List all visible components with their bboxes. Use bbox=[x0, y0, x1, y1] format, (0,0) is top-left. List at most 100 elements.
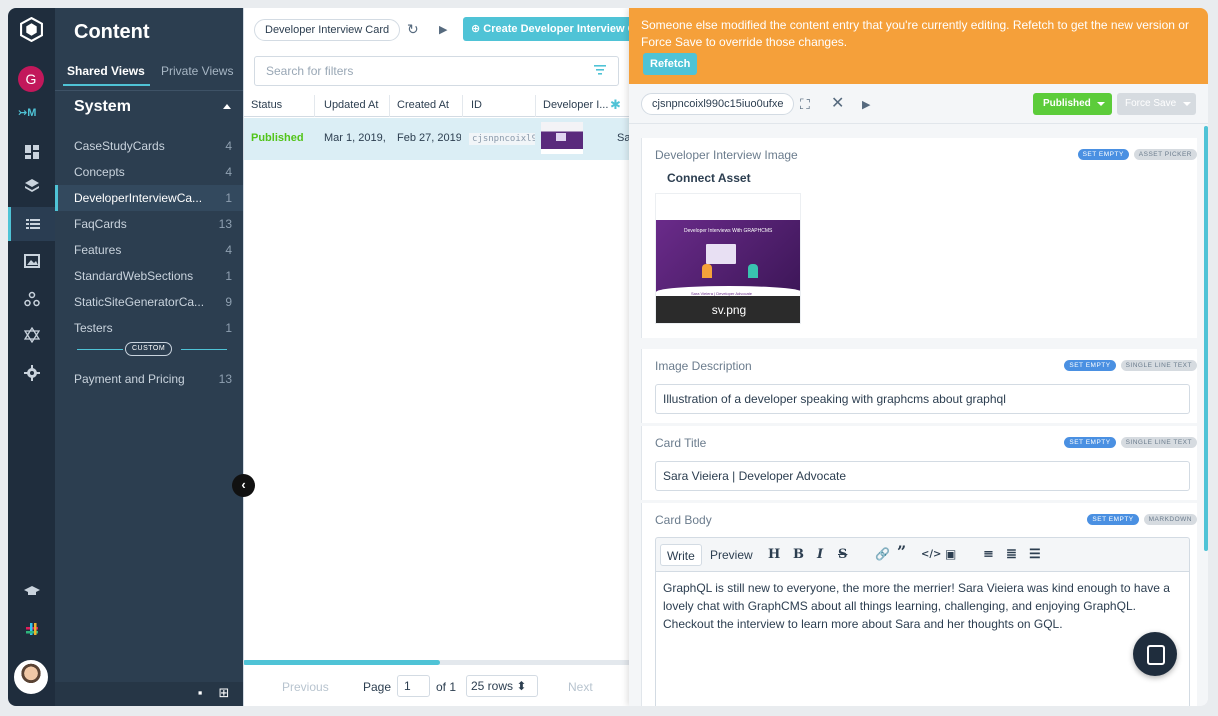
app-window: G ↣M Content Shared Views Private Views … bbox=[8, 8, 1208, 706]
column-header[interactable]: Updated At bbox=[324, 99, 378, 111]
image-icon[interactable]: ▣ bbox=[945, 547, 956, 561]
vertical-scrollbar[interactable] bbox=[1204, 126, 1208, 551]
workspace-avatar[interactable]: G bbox=[18, 66, 44, 92]
create-entry-label: Create Developer Interview Card bbox=[483, 23, 638, 35]
sidebar-item-features[interactable]: Features 4 bbox=[55, 237, 243, 263]
strikethrough-icon[interactable]: S bbox=[838, 547, 847, 562]
graphcms-logo-icon[interactable] bbox=[19, 17, 44, 42]
italic-icon[interactable]: I bbox=[817, 547, 823, 562]
image-description-input[interactable]: Illustration of a developer speaking wit… bbox=[655, 384, 1190, 414]
add-folder-icon[interactable]: ▪ bbox=[193, 686, 207, 700]
sidebar-item-count: 4 bbox=[225, 139, 232, 153]
tab-private-views[interactable]: Private Views bbox=[161, 64, 233, 78]
layers-icon[interactable] bbox=[8, 169, 55, 203]
merge-icon[interactable]: ↣M bbox=[18, 106, 36, 119]
column-header[interactable]: ID bbox=[471, 99, 482, 111]
layout-icon[interactable] bbox=[8, 135, 55, 169]
sidebar-item-count: 1 bbox=[225, 191, 232, 205]
unordered-list-icon[interactable]: ≡ bbox=[983, 547, 994, 562]
page-input[interactable]: 1 bbox=[397, 675, 430, 697]
field-card-title: Card Title SET EMPTY SINGLE LINE TEXT Sa… bbox=[641, 426, 1197, 500]
column-separator[interactable] bbox=[535, 95, 536, 117]
search-input[interactable]: Search for filters bbox=[254, 56, 619, 86]
scrollbar-thumb[interactable] bbox=[243, 660, 440, 665]
add-view-icon[interactable]: ⊞ bbox=[217, 686, 231, 700]
filter-icon[interactable] bbox=[594, 65, 606, 75]
sidebar-item-label: StaticSiteGeneratorCa... bbox=[74, 295, 205, 309]
sidebar-item-count: 4 bbox=[225, 243, 232, 257]
published-status-button[interactable]: Published bbox=[1033, 93, 1112, 115]
sidebar-item-testers[interactable]: Testers 1 bbox=[55, 315, 243, 341]
checklist-icon[interactable]: ☰ bbox=[1029, 547, 1041, 562]
force-save-button[interactable]: Force Save bbox=[1117, 93, 1196, 115]
collapse-sidebar-chevron-icon[interactable]: ‹ bbox=[232, 474, 255, 497]
play-icon[interactable]: ▶ bbox=[862, 98, 870, 111]
previous-button[interactable]: Previous bbox=[282, 680, 329, 694]
card-title-input[interactable]: Sara Vieiera | Developer Advocate bbox=[655, 461, 1190, 491]
sidebar-item-faqcards[interactable]: FaqCards 13 bbox=[55, 211, 243, 237]
published-label: Published bbox=[1043, 98, 1091, 109]
column-header[interactable]: Developer I... bbox=[543, 99, 608, 111]
field-card-body: Card Body SET EMPTY MARKDOWN Write Previ… bbox=[641, 503, 1197, 706]
webhook-icon[interactable] bbox=[8, 282, 55, 316]
sidebar-item-developerinterviewcards[interactable]: DeveloperInterviewCa... 1 bbox=[55, 185, 243, 211]
model-breadcrumb[interactable]: Developer Interview Card bbox=[254, 19, 401, 41]
user-avatar[interactable] bbox=[14, 660, 48, 694]
asset-card[interactable]: Developer Interviews With GRAPHCMS Sara … bbox=[655, 193, 801, 324]
column-header[interactable]: Status bbox=[251, 99, 282, 111]
close-icon[interactable]: ✕ bbox=[831, 93, 844, 113]
expand-icon[interactable]: ⛶ bbox=[800, 96, 810, 113]
create-entry-button[interactable]: ⊕ Create Developer Interview Card bbox=[463, 17, 638, 41]
entries-table-area: Developer Interview Card ↻ ▶ ⊕ Create De… bbox=[243, 8, 638, 706]
set-empty-button[interactable]: SET EMPTY bbox=[1064, 360, 1116, 371]
sidebar-item-casestudycards[interactable]: CaseStudyCards 4 bbox=[55, 133, 243, 159]
set-empty-button[interactable]: SET EMPTY bbox=[1064, 437, 1116, 448]
connect-asset-link[interactable]: Connect Asset bbox=[667, 171, 751, 185]
sidebar-item-payment-and-pricing[interactable]: Payment and Pricing 13 bbox=[55, 366, 243, 392]
column-separator[interactable] bbox=[389, 95, 390, 117]
section-system[interactable]: System bbox=[74, 98, 131, 116]
editor-toolbar: cjsnpncoixl990c15iuo0ufxe ⛶ ✕ ▶ Publishe… bbox=[629, 84, 1208, 124]
column-separator[interactable] bbox=[462, 95, 463, 117]
heading-icon[interactable]: H bbox=[768, 547, 780, 562]
field-tags: SET EMPTY MARKDOWN bbox=[1087, 514, 1197, 525]
graph-icon[interactable] bbox=[8, 318, 55, 352]
list-icon[interactable] bbox=[8, 207, 55, 241]
quote-icon[interactable]: ” bbox=[897, 542, 906, 561]
set-empty-button[interactable]: SET EMPTY bbox=[1077, 149, 1129, 160]
field-tags: SET EMPTY SINGLE LINE TEXT bbox=[1064, 437, 1197, 448]
entry-id-pill[interactable]: cjsnpncoixl990c15iuo0ufxe bbox=[641, 93, 795, 115]
tab-shared-views[interactable]: Shared Views bbox=[67, 64, 145, 78]
tab-preview[interactable]: Preview bbox=[704, 544, 759, 566]
slack-icon[interactable] bbox=[8, 612, 55, 646]
image-icon[interactable] bbox=[8, 244, 55, 278]
card-body-textarea[interactable]: GraphQL is still new to everyone, the mo… bbox=[655, 571, 1190, 706]
sidebar-item-staticsitegeneratorcards[interactable]: StaticSiteGeneratorCa... 9 bbox=[55, 289, 243, 315]
set-empty-button[interactable]: SET EMPTY bbox=[1087, 514, 1139, 525]
sidebar-item-concepts[interactable]: Concepts 4 bbox=[55, 159, 243, 185]
settings-icon[interactable] bbox=[8, 356, 55, 390]
refetch-button[interactable]: Refetch bbox=[643, 53, 698, 75]
ordered-list-icon[interactable]: ≣ bbox=[1006, 547, 1017, 562]
collapse-caret-icon[interactable] bbox=[223, 104, 231, 109]
active-tab-indicator bbox=[63, 84, 150, 86]
rows-per-page-select[interactable]: 25 rows ⬍ bbox=[466, 675, 538, 697]
column-header[interactable]: Created At bbox=[397, 99, 449, 111]
chat-widget-icon[interactable] bbox=[1133, 632, 1177, 676]
illustration-board bbox=[706, 244, 736, 264]
column-settings-icon[interactable]: ✱ bbox=[610, 97, 621, 113]
next-button[interactable]: Next bbox=[568, 680, 593, 694]
horizontal-scrollbar[interactable] bbox=[243, 660, 633, 665]
play-icon[interactable]: ▶ bbox=[439, 23, 447, 36]
created-cell: Feb 27, 2019, 1 bbox=[397, 132, 461, 144]
bold-icon[interactable]: B bbox=[793, 547, 804, 562]
refresh-icon[interactable]: ↻ bbox=[407, 21, 419, 38]
code-icon[interactable]: </> bbox=[921, 549, 941, 560]
illustration-person bbox=[702, 264, 712, 278]
learn-icon[interactable] bbox=[8, 574, 55, 608]
custom-divider: CUSTOM bbox=[77, 342, 227, 356]
sidebar-item-standardwebsections[interactable]: StandardWebSections 1 bbox=[55, 263, 243, 289]
tab-write[interactable]: Write bbox=[660, 544, 702, 566]
column-separator[interactable] bbox=[314, 95, 315, 117]
link-icon[interactable]: 🔗 bbox=[875, 547, 890, 561]
